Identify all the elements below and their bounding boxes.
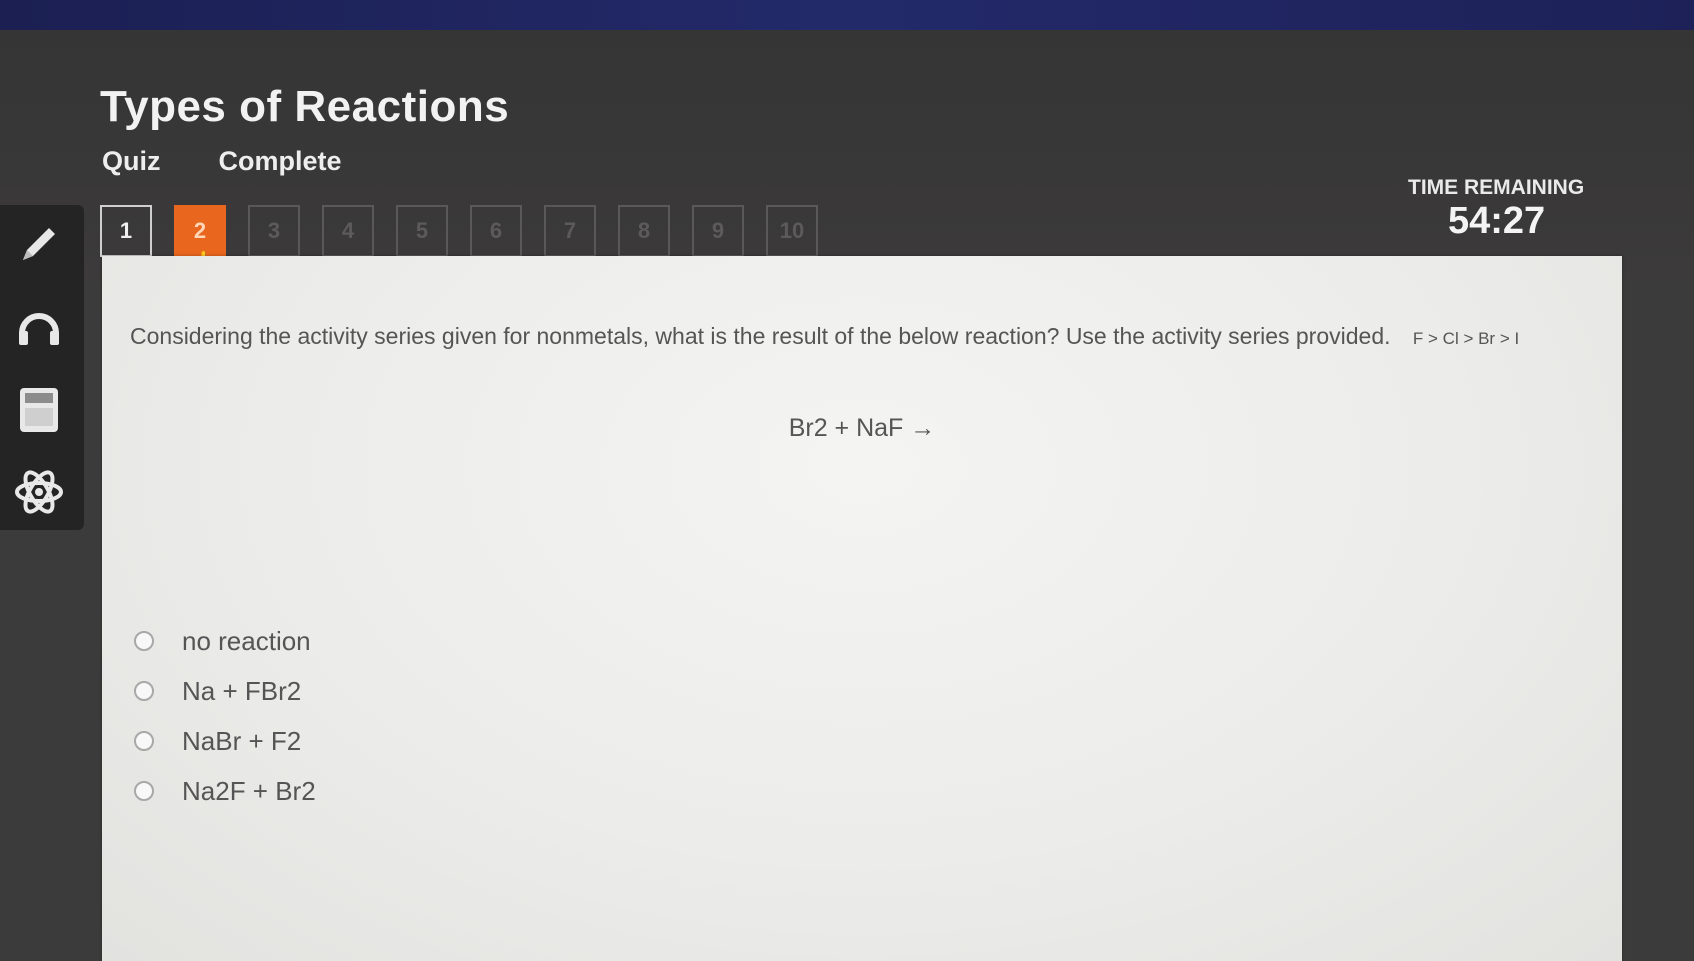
radio-button[interactable] bbox=[134, 731, 154, 751]
answer-option-label: Na + FBr2 bbox=[182, 675, 302, 706]
radio-button[interactable] bbox=[134, 631, 154, 651]
calculator-icon[interactable] bbox=[12, 383, 66, 437]
question-button-5[interactable]: 5 bbox=[396, 205, 448, 257]
question-button-10[interactable]: 10 bbox=[766, 205, 818, 257]
quiz-subtitle: Quiz Complete bbox=[102, 146, 342, 177]
answer-option-no-reaction[interactable]: no reaction bbox=[134, 616, 316, 666]
window-top-bar bbox=[0, 0, 1694, 30]
question-panel: Considering the activity series given fo… bbox=[102, 256, 1622, 961]
quiz-status-label: Complete bbox=[218, 146, 342, 176]
answer-option-na2f-br2[interactable]: Na2F + Br2 bbox=[134, 766, 316, 816]
reaction-equation: Br2 + NaF → bbox=[788, 414, 936, 442]
quiz-title: Types of Reactions bbox=[100, 82, 510, 131]
question-text: Considering the activity series given fo… bbox=[130, 323, 1391, 349]
question-button-4[interactable]: 4 bbox=[322, 205, 374, 257]
time-remaining-label: TIME REMAINING bbox=[1408, 176, 1585, 199]
question-button-8[interactable]: 8 bbox=[618, 205, 670, 257]
answer-option-label: no reaction bbox=[182, 625, 311, 656]
answer-option-nabr-f2[interactable]: NaBr + F2 bbox=[134, 716, 316, 766]
answer-options: no reaction Na + FBr2 NaBr + F2 Na2F + B… bbox=[134, 616, 316, 816]
question-button-1[interactable]: 1 bbox=[100, 205, 152, 257]
quiz-type-label: Quiz bbox=[102, 146, 161, 176]
activity-series: F > Cl > Br > I bbox=[1412, 329, 1520, 348]
question-prompt: Considering the activity series given fo… bbox=[130, 316, 1570, 359]
headphones-icon[interactable] bbox=[12, 299, 66, 353]
question-button-6[interactable]: 6 bbox=[470, 205, 522, 257]
time-remaining-value: 54:27 bbox=[1448, 200, 1546, 242]
question-button-9[interactable]: 9 bbox=[692, 205, 744, 257]
answer-option-na-fbr2[interactable]: Na + FBr2 bbox=[134, 666, 316, 716]
question-button-3[interactable]: 3 bbox=[248, 205, 300, 257]
answer-option-label: NaBr + F2 bbox=[182, 725, 302, 756]
atom-icon[interactable] bbox=[12, 465, 66, 519]
radio-button[interactable] bbox=[134, 781, 154, 801]
answer-option-label: Na2F + Br2 bbox=[182, 775, 316, 806]
question-button-7[interactable]: 7 bbox=[544, 205, 596, 257]
radio-button[interactable] bbox=[134, 681, 154, 701]
tool-sidebar bbox=[0, 205, 84, 530]
pencil-icon[interactable] bbox=[12, 217, 66, 271]
